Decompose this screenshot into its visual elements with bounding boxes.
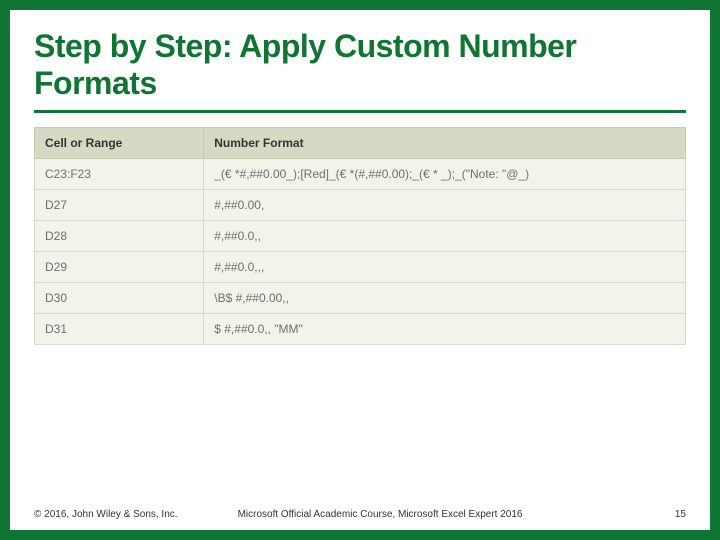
page-title: Step by Step: Apply Custom Number Format… bbox=[34, 28, 686, 102]
table-row: C23:F23 _(€ *#,##0.00_);[Red]_(€ *(#,##0… bbox=[35, 158, 686, 189]
cell-format: #,##0.00, bbox=[204, 189, 686, 220]
cell-format: $ #,##0.0,, "MM" bbox=[204, 313, 686, 344]
cell-range: D31 bbox=[35, 313, 204, 344]
cell-range: D29 bbox=[35, 251, 204, 282]
copyright-text: © 2016, John Wiley & Sons, Inc. bbox=[34, 509, 178, 520]
table-row: D30 \B$ #,##0.00,, bbox=[35, 282, 686, 313]
table-row: D27 #,##0.00, bbox=[35, 189, 686, 220]
page-number: 15 bbox=[675, 509, 686, 520]
header-cell-range: Cell or Range bbox=[35, 127, 204, 158]
cell-range: D30 bbox=[35, 282, 204, 313]
table-row: D31 $ #,##0.0,, "MM" bbox=[35, 313, 686, 344]
cell-format: #,##0.0,, bbox=[204, 220, 686, 251]
table-row: D28 #,##0.0,, bbox=[35, 220, 686, 251]
footer: © 2016, John Wiley & Sons, Inc. Microsof… bbox=[34, 509, 686, 520]
cell-range: D28 bbox=[35, 220, 204, 251]
slide: Step by Step: Apply Custom Number Format… bbox=[10, 10, 710, 530]
header-cell-format: Number Format bbox=[204, 127, 686, 158]
cell-format: #,##0.0,,, bbox=[204, 251, 686, 282]
cell-format: _(€ *#,##0.00_);[Red]_(€ *(#,##0.00);_(€… bbox=[204, 158, 686, 189]
table-row: D29 #,##0.0,,, bbox=[35, 251, 686, 282]
cell-range: D27 bbox=[35, 189, 204, 220]
course-text: Microsoft Official Academic Course, Micr… bbox=[178, 509, 675, 520]
cell-format: \B$ #,##0.00,, bbox=[204, 282, 686, 313]
table-header-row: Cell or Range Number Format bbox=[35, 127, 686, 158]
formats-table: Cell or Range Number Format C23:F23 _(€ … bbox=[34, 127, 686, 345]
cell-range: C23:F23 bbox=[35, 158, 204, 189]
title-divider bbox=[34, 110, 686, 113]
